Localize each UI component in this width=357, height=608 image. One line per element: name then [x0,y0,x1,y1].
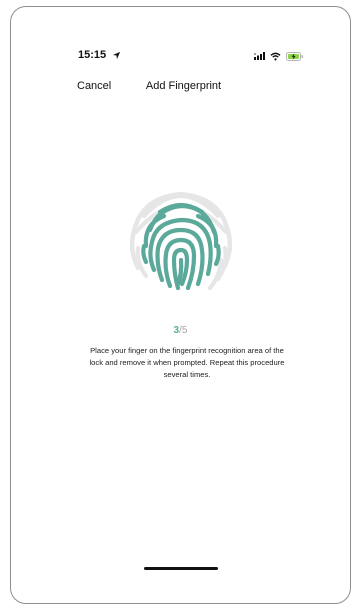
wifi-icon [270,52,281,60]
fingerprint-icon [129,191,233,291]
status-icons [254,50,304,62]
progress-total: /5 [179,325,188,336]
scan-progress: 3/5 [11,325,350,336]
page-title: Add Fingerprint [145,80,222,92]
location-arrow-icon [112,51,121,60]
home-indicator[interactable] [144,567,218,570]
cancel-button[interactable]: Cancel [77,80,111,92]
battery-charging-icon [286,51,303,61]
cellular-signal-icon [254,52,265,60]
navigation-bar: Add Fingerprint Cancel [11,80,350,100]
phone-screen: 15:15 Add Fingerprint Cancel 3/5 Place y… [10,6,351,604]
instructions-text: Place your finger on the fingerprint rec… [89,346,285,379]
status-time: 15:15 [78,49,107,61]
status-bar: 15:15 [11,49,350,67]
